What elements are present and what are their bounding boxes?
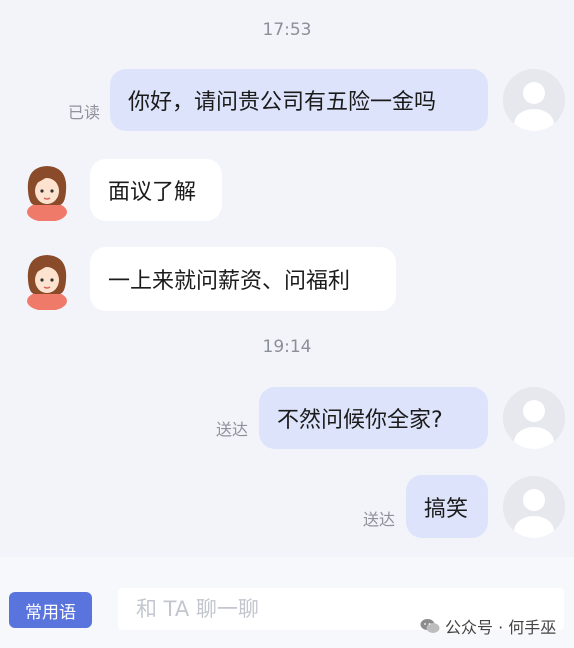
default-avatar-icon	[503, 69, 565, 131]
delivered-status: 送达	[216, 420, 249, 439]
my-avatar[interactable]	[503, 387, 565, 449]
message-bubble-sent[interactable]: 不然问候你全家?	[259, 387, 488, 449]
default-avatar-icon	[503, 387, 565, 449]
girl-avatar-icon	[27, 255, 67, 311]
message-bubble-sent[interactable]: 搞笑	[406, 475, 488, 538]
delivered-status: 送达	[363, 510, 396, 529]
message-bubble-sent[interactable]: 你好，请问贵公司有五险一金吗	[110, 69, 488, 131]
wechat-icon	[420, 619, 440, 633]
contact-avatar[interactable]	[19, 250, 75, 311]
contact-avatar[interactable]	[19, 161, 75, 222]
girl-avatar-icon	[27, 166, 67, 222]
message-bubble-received[interactable]: 一上来就问薪资、问福利	[90, 247, 396, 311]
my-avatar[interactable]	[503, 69, 565, 131]
watermark-text: 公众号 · 何手巫	[445, 618, 557, 637]
timestamp: 17:53	[262, 20, 312, 40]
default-avatar-icon	[503, 476, 565, 538]
watermark: 公众号 · 何手巫	[420, 614, 556, 638]
timestamp: 19:14	[262, 337, 312, 357]
read-status: 已读	[68, 103, 101, 122]
common-phrases-button[interactable]: 常用语	[9, 592, 92, 628]
my-avatar[interactable]	[503, 476, 565, 538]
message-bubble-received[interactable]: 面议了解	[90, 159, 222, 221]
